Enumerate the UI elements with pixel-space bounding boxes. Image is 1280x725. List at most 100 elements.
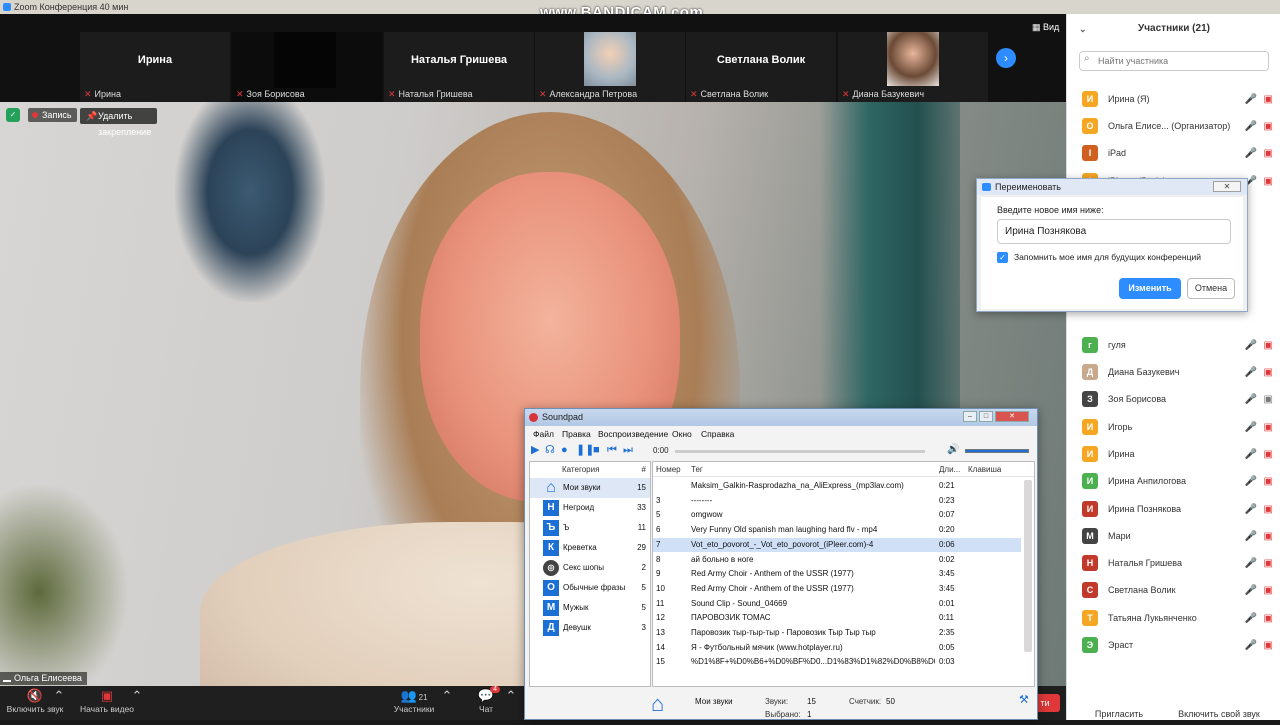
rename-cancel-button[interactable]: Отмена bbox=[1187, 278, 1235, 299]
close-button[interactable]: ✕ bbox=[995, 411, 1029, 422]
category-item[interactable]: ⌂ Мои звуки 15 bbox=[530, 478, 650, 498]
video-icon[interactable]: ▣ bbox=[1264, 386, 1273, 413]
maximize-button[interactable]: □ bbox=[979, 411, 993, 422]
participant-search-input[interactable] bbox=[1079, 51, 1269, 71]
sound-row[interactable]: 15 %D1%8F+%D0%B6+%D0%BF%D0...D1%83%D1%82%… bbox=[653, 655, 1021, 670]
muted-mic-icon[interactable]: 🎤 bbox=[1245, 140, 1257, 167]
video-off-icon[interactable]: ▣ bbox=[1264, 86, 1273, 113]
participant-row[interactable]: IiPad 🎤 ▣ bbox=[1067, 140, 1280, 167]
gallery-tile[interactable]: Светлана Волик ✕ Светлана Волик bbox=[686, 32, 836, 102]
sound-row[interactable]: 14 Я - Футбольный мячик (www.hotplayer.ru… bbox=[653, 641, 1021, 656]
muted-mic-icon[interactable]: 🎤 bbox=[1245, 468, 1257, 495]
column-hotkey[interactable]: Клавиша bbox=[968, 462, 1001, 477]
video-off-icon[interactable]: ▣ bbox=[1264, 113, 1273, 140]
participants-options-chevron[interactable]: ⌃ bbox=[440, 686, 454, 720]
headphones-icon[interactable]: ☊ bbox=[545, 444, 555, 457]
gallery-tile[interactable]: ✕ Диана Базукевич bbox=[838, 32, 988, 102]
muted-mic-icon[interactable]: 🎤 bbox=[1245, 386, 1257, 413]
muted-mic-icon[interactable]: 🎤 bbox=[1245, 332, 1257, 359]
sound-row[interactable]: 8 ай больно в ноге 0:02 bbox=[653, 553, 1021, 568]
chevron-down-icon[interactable]: ⌄ bbox=[1079, 14, 1087, 44]
stop-icon[interactable]: ■ bbox=[593, 444, 600, 457]
participant-row[interactable]: М Мари 🎤 ▣ bbox=[1067, 523, 1280, 550]
column-length[interactable]: Дли... bbox=[939, 462, 960, 477]
gallery-tile[interactable]: Ирина ✕ Ирина bbox=[80, 32, 230, 102]
scrollbar[interactable] bbox=[1024, 480, 1032, 652]
invite-button[interactable]: Пригласить bbox=[1079, 703, 1159, 725]
muted-mic-icon[interactable]: 🎤 bbox=[1245, 523, 1257, 550]
participant-row[interactable]: С Светлана Волик 🎤 ▣ bbox=[1067, 577, 1280, 604]
recording-indicator[interactable]: Запись bbox=[28, 108, 77, 122]
seek-bar[interactable] bbox=[675, 450, 925, 453]
video-options-chevron[interactable]: ⌃ bbox=[130, 686, 144, 720]
muted-mic-icon[interactable]: 🎤 bbox=[1245, 632, 1257, 659]
menu-window[interactable]: Окно bbox=[672, 429, 692, 439]
view-button[interactable]: ▦ Вид bbox=[1032, 22, 1059, 33]
close-button[interactable]: ✕ bbox=[1213, 181, 1241, 192]
gallery-tile[interactable]: Наталья Гришева ✕ Наталья Гришева bbox=[384, 32, 534, 102]
sound-row[interactable]: 10 Red Army Choir - Anthem of the USSR (1… bbox=[653, 582, 1021, 597]
audio-options-chevron[interactable]: ⌃ bbox=[52, 686, 66, 720]
chat-button[interactable]: 💬 4 Чат bbox=[468, 686, 504, 720]
video-off-icon[interactable]: ▣ bbox=[1264, 523, 1273, 550]
pause-icon[interactable]: ❚❚ bbox=[576, 444, 594, 457]
gallery-tile[interactable]: ✕ Александра Петрова bbox=[535, 32, 685, 102]
participant-row[interactable]: г гуля 🎤 ▣ bbox=[1067, 332, 1280, 359]
muted-mic-icon[interactable]: 🎤 bbox=[1245, 496, 1257, 523]
category-item[interactable]: К Креветка 29 bbox=[530, 538, 650, 558]
menu-playback[interactable]: Воспроизведение bbox=[598, 429, 668, 439]
muted-mic-icon[interactable]: 🎤 bbox=[1245, 441, 1257, 468]
column-num[interactable]: Номер bbox=[656, 462, 681, 477]
unpin-button[interactable]: 📌 Удалить закрепление bbox=[80, 108, 158, 137]
sound-row[interactable]: 12 ПАРОВОЗИК ТОМАС 0:11 bbox=[653, 611, 1021, 626]
video-off-icon[interactable]: ▣ bbox=[1264, 441, 1273, 468]
unmute-self-button[interactable]: Включить свой звук bbox=[1163, 703, 1275, 725]
sound-row[interactable]: 6 Very Funny Old spanish man laughing har… bbox=[653, 523, 1021, 538]
participant-row[interactable]: З Зоя Борисова 🎤 ▣ bbox=[1067, 386, 1280, 413]
participant-row[interactable]: Д Диана Базукевич 🎤 ▣ bbox=[1067, 359, 1280, 386]
category-item[interactable]: Д Девушк 3 bbox=[530, 618, 650, 638]
participant-row[interactable]: И Ирина 🎤 ▣ bbox=[1067, 441, 1280, 468]
sound-row[interactable]: 11 Sound Clip - Sound_04669 0:01 bbox=[653, 597, 1021, 612]
microphone-icon[interactable]: ● bbox=[561, 444, 568, 457]
sound-row[interactable]: 9 Red Army Choir - Anthem of the USSR (19… bbox=[653, 567, 1021, 582]
video-off-icon[interactable]: ▣ bbox=[1264, 140, 1273, 167]
start-video-button[interactable]: ▣ Начать видео bbox=[76, 686, 138, 720]
category-item[interactable]: Ъ Ъ 11 bbox=[530, 518, 650, 538]
shield-icon[interactable]: ✓ bbox=[6, 108, 20, 122]
participant-row[interactable]: Н Наталья Гришева 🎤 ▣ bbox=[1067, 550, 1280, 577]
menu-file[interactable]: Файл bbox=[533, 429, 554, 439]
sound-row[interactable]: Maksim_Galkin-Rasprodazha_na_AliExpress_… bbox=[653, 479, 1021, 494]
video-off-icon[interactable]: ▣ bbox=[1264, 414, 1273, 441]
participant-row[interactable]: И Ирина Анпилогова 🎤 ▣ bbox=[1067, 468, 1280, 495]
participant-row[interactable]: О Ольга Елисе... (Организатор) 🎤 ▣ bbox=[1067, 113, 1280, 140]
participant-row[interactable]: Э Эраст 🎤 ▣ bbox=[1067, 632, 1280, 659]
menu-edit[interactable]: Правка bbox=[562, 429, 591, 439]
sound-row[interactable]: 7 Vot_eto_povorot_-_Vot_eto_povorot_(iPle… bbox=[653, 537, 1021, 553]
participant-row[interactable]: И Игорь 🎤 ▣ bbox=[1067, 414, 1280, 441]
mic-icon[interactable]: 🎤 bbox=[1245, 113, 1257, 140]
category-item[interactable]: М Мужык 5 bbox=[530, 598, 650, 618]
category-item[interactable]: О Обычные фразы 5 bbox=[530, 578, 650, 598]
menu-help[interactable]: Справка bbox=[701, 429, 734, 439]
category-item[interactable]: ◎ Секс шопы 2 bbox=[530, 558, 650, 578]
video-off-icon[interactable]: ▣ bbox=[1264, 632, 1273, 659]
sound-row[interactable]: 3 -------- 0:23 bbox=[653, 494, 1021, 509]
gallery-next-button[interactable]: › bbox=[996, 48, 1016, 68]
video-off-icon[interactable]: ▣ bbox=[1264, 496, 1273, 523]
remember-name-checkbox[interactable]: ✓ bbox=[997, 252, 1008, 263]
muted-mic-icon[interactable]: 🎤 bbox=[1245, 605, 1257, 632]
video-off-icon[interactable]: ▣ bbox=[1264, 168, 1273, 195]
rename-ok-button[interactable]: Изменить bbox=[1119, 278, 1181, 299]
category-item[interactable]: Н Негроид 33 bbox=[530, 498, 650, 518]
muted-mic-icon[interactable]: 🎤 bbox=[1245, 86, 1257, 113]
muted-mic-icon[interactable]: 🎤 bbox=[1245, 577, 1257, 604]
sound-row[interactable]: 5 omgwow 0:07 bbox=[653, 508, 1021, 523]
new-name-input[interactable] bbox=[997, 219, 1231, 244]
settings-icon[interactable]: ⚒ bbox=[1019, 693, 1029, 706]
video-off-icon[interactable]: ▣ bbox=[1264, 359, 1273, 386]
muted-mic-icon[interactable]: 🎤 bbox=[1245, 550, 1257, 577]
video-off-icon[interactable]: ▣ bbox=[1264, 550, 1273, 577]
participant-row[interactable]: И Ирина (Я) 🎤 ▣ bbox=[1067, 86, 1280, 113]
participants-button[interactable]: 👥 21 Участники bbox=[388, 686, 440, 720]
